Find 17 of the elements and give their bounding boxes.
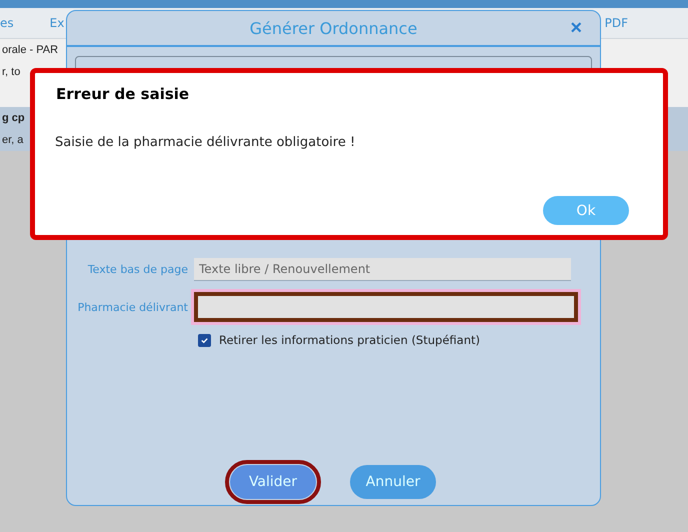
error-message: Saisie de la pharmacie délivrante obligatoire ! — [55, 135, 356, 150]
toolbar-item[interactable]: PDF — [604, 16, 628, 30]
error-title: Erreur de saisie — [56, 85, 190, 103]
checkbox[interactable] — [198, 334, 211, 346]
dialog-button[interactable]: Valider — [230, 465, 316, 499]
check-icon — [200, 336, 209, 344]
ok-button[interactable]: Ok — [543, 196, 629, 225]
input-field[interactable] — [194, 292, 578, 322]
toolbar-item[interactable]: es — [0, 16, 14, 30]
checkbox-label: Retirer les informations praticien (Stupéfiant) — [219, 333, 480, 347]
dialog-title: Générer Ordonnance — [250, 18, 418, 38]
dialog-button[interactable]: Annuler — [350, 465, 436, 499]
toolbar-item[interactable]: Ex — [50, 16, 64, 30]
field-label: Texte bas de page — [86, 263, 189, 276]
close-button[interactable]: × — [568, 17, 584, 39]
input-field[interactable]: Texte libre / Renouvellement — [194, 258, 571, 281]
field-label: Pharmacie délivrant — [76, 300, 189, 314]
